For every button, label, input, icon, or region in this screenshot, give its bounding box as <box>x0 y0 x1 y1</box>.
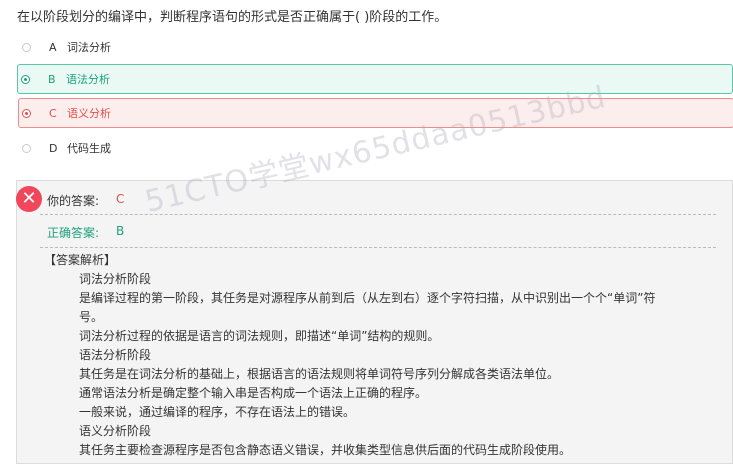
correct-answer-label: 正确答案: <box>47 226 100 240</box>
radio-option-c[interactable] <box>22 108 31 118</box>
option-a-key: A <box>49 40 57 54</box>
analysis-title: 【答案解析】 <box>44 253 117 267</box>
divider <box>40 214 716 215</box>
option-d[interactable]: D 代码生成 <box>17 133 733 163</box>
analysis-line: 其任务是在词法分析的基础上，根据语言的语法规则将单词符号序列分解成各类语法单位。 <box>79 367 560 381</box>
your-answer-value: C <box>116 192 125 206</box>
radio-option-d[interactable] <box>22 143 31 153</box>
analysis-line: 词法分析阶段 <box>79 272 152 286</box>
analysis-body: 词法分析阶段 是编译过程的第一阶段，其任务是对源程序从前到后（从左到右）逐个字符… <box>79 270 719 460</box>
analysis-line: 词法分析过程的依据是语言的词法规则，即描述“单词”结构的规则。 <box>79 329 440 343</box>
analysis-line: 其任务主要检查源程序是否包含静态语义错误，并收集类型信息供后面的代码生成阶段使用… <box>79 443 572 457</box>
correct-answer-value: B <box>116 224 125 238</box>
option-a-text: 词法分析 <box>67 41 111 54</box>
option-c-text: 语义分析 <box>67 107 111 120</box>
analysis-line: 语义分析阶段 <box>79 424 152 438</box>
radio-option-a[interactable] <box>22 42 31 52</box>
analysis-line: 语法分析阶段 <box>79 348 152 362</box>
option-a[interactable]: A 词法分析 <box>17 32 733 62</box>
option-c-key: C <box>49 106 57 120</box>
wrong-x-icon: ✕ <box>16 186 42 212</box>
option-b[interactable]: B 语法分析 <box>17 64 733 94</box>
option-c[interactable]: C 语义分析 <box>18 98 733 128</box>
radio-option-b[interactable] <box>21 74 30 84</box>
analysis-line: 是编译过程的第一阶段，其任务是对源程序从前到后（从左到右）逐个字符扫描，从中识别… <box>79 291 656 305</box>
analysis-line: 一般来说，通过编译的程序，不存在语法上的错误。 <box>79 405 356 419</box>
analysis-line: 号。 <box>79 310 104 324</box>
analysis-line: 通常语法分析是确定整个输入串是否构成一个语法上正确的程序。 <box>79 386 428 400</box>
option-b-key: B <box>48 72 56 86</box>
option-b-text: 语法分析 <box>66 73 110 86</box>
your-answer-label: 你的答案: <box>47 194 100 208</box>
option-d-text: 代码生成 <box>67 142 111 155</box>
divider <box>40 247 716 248</box>
option-d-key: D <box>49 141 58 155</box>
question-text: 在以阶段划分的编译中，判断程序语句的形式是否正确属于( )阶段的工作。 <box>17 10 448 25</box>
